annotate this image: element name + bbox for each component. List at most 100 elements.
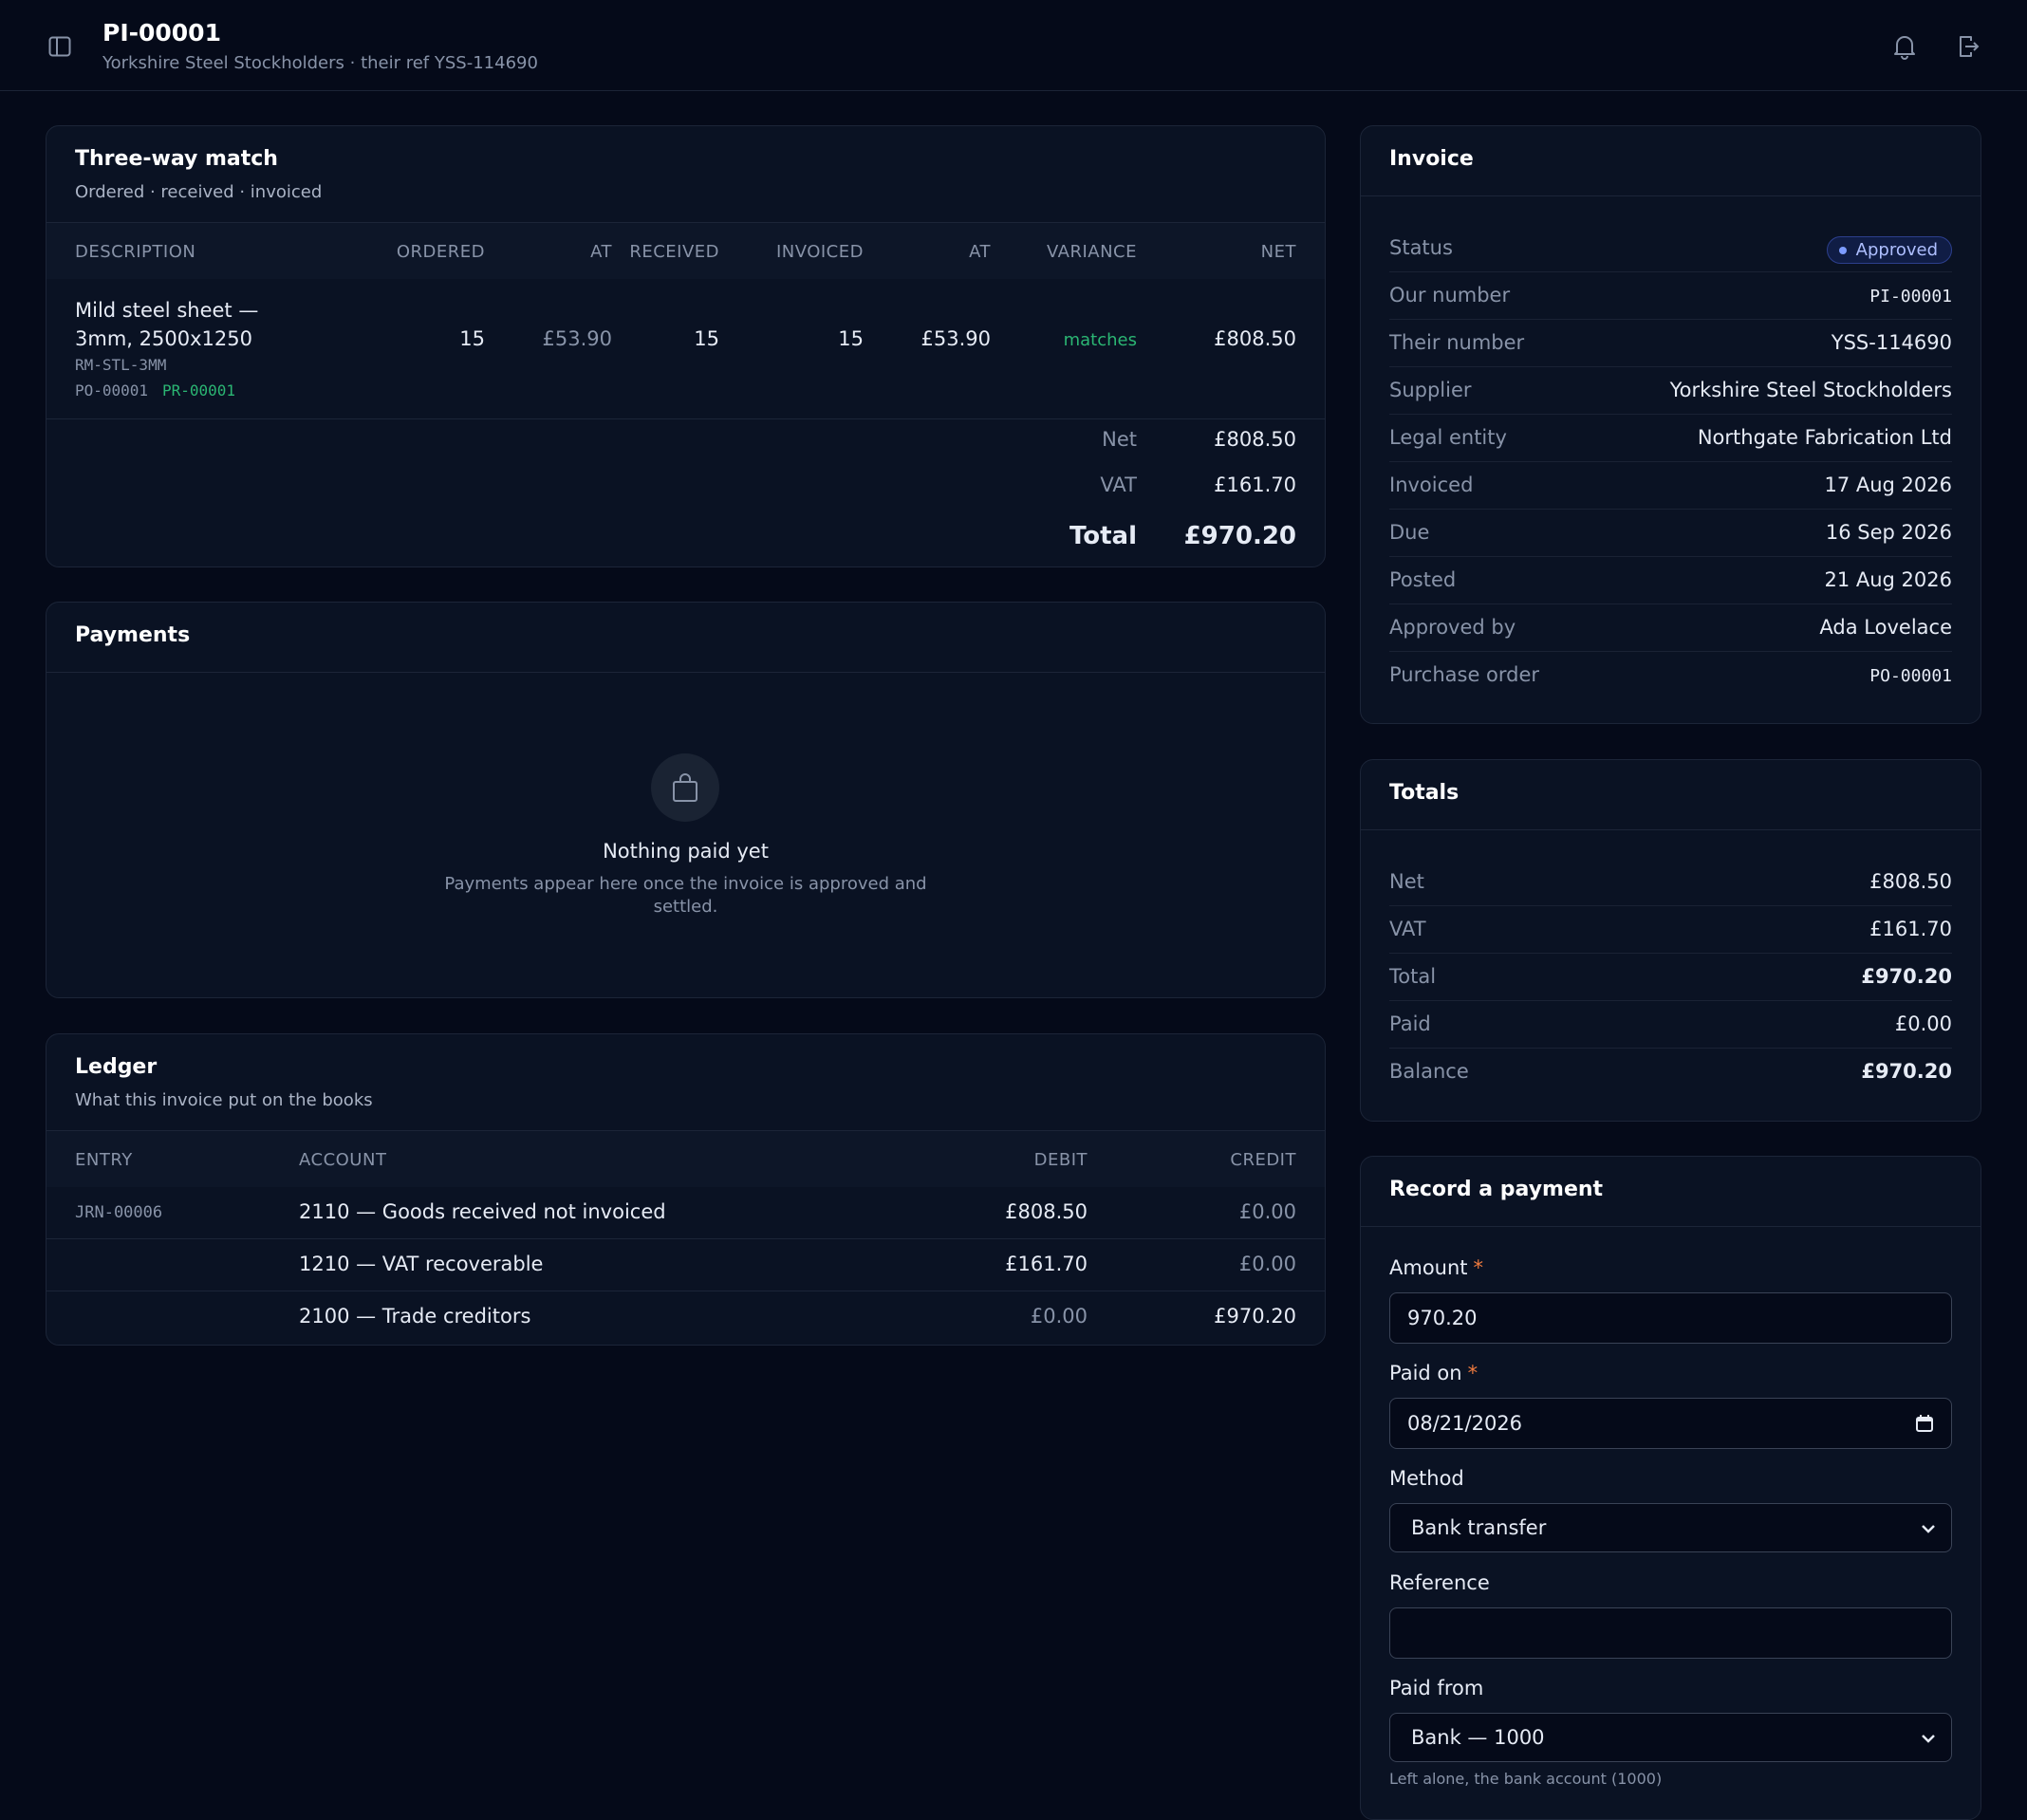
ledger-account: 2100 — Trade creditors (299, 1305, 531, 1328)
invoiced-label: Invoiced (1389, 474, 1474, 496)
ledger-account: 1210 — VAT recoverable (299, 1253, 544, 1275)
paid-from-label: Paid from (1389, 1677, 1484, 1699)
entry-link[interactable]: JRN-00006 (75, 1203, 162, 1222)
totals-net-label: Net (1389, 870, 1424, 893)
card-subtitle: What this invoice put on the books (75, 1090, 373, 1110)
our-number-label: Our number (1389, 284, 1511, 306)
supplier-link[interactable]: Yorkshire Steel Stockholders (1670, 379, 1952, 401)
totals-vat-label: VAT (1389, 918, 1426, 940)
our-number-value: PI-00001 (1869, 287, 1952, 306)
approved-by-row: Approved by Ada Lovelace (1389, 604, 1952, 652)
empty-state-text-line1: Payments appear here once the invoice is… (444, 874, 927, 894)
posted-row: Posted 21 Aug 2026 (1389, 557, 1952, 604)
legal-entity-row: Legal entity Northgate Fabrication Ltd (1389, 415, 1952, 462)
item-invoiced-at: £53.90 (921, 327, 991, 350)
col-account: ACCOUNT (299, 1150, 387, 1170)
due-row: Due 16 Sep 2026 (1389, 510, 1952, 557)
chevron-down-icon (1921, 1519, 1936, 1542)
col-description: DESCRIPTION (75, 242, 196, 262)
due-label: Due (1389, 521, 1430, 544)
totals-card: Totals Net £808.50 VAT £161.70 Total £97… (1360, 759, 1981, 1122)
ledger-credit: £970.20 (1214, 1305, 1296, 1328)
approved-by-label: Approved by (1389, 616, 1516, 639)
col-credit: CREDIT (1230, 1150, 1296, 1170)
totals-balance-label: Balance (1389, 1060, 1469, 1083)
purchase-order-row: Purchase order PO-00001 (1389, 652, 1952, 699)
totals-paid-row: Paid £0.00 (1389, 1001, 1952, 1049)
purchase-order-link[interactable]: PO-00001 (1869, 666, 1952, 686)
ledger-account: 2110 — Goods received not invoiced (299, 1200, 666, 1223)
approved-by-value: Ada Lovelace (1819, 616, 1952, 639)
totals-total-value: £970.20 (1861, 965, 1952, 988)
status-row: Status Approved (1389, 225, 1952, 272)
table-header: ENTRY ACCOUNT DEBIT CREDIT (46, 1130, 1325, 1187)
table-row: JRN-00006 2110 — Goods received not invo… (46, 1187, 1325, 1239)
amount-input[interactable]: 970.20 (1389, 1292, 1952, 1344)
page-subtitle: Yorkshire Steel Stockholders · their ref… (102, 53, 538, 73)
invoice-card: Invoice Status Approved Our number PI-00… (1360, 125, 1981, 724)
calendar-icon[interactable] (1915, 1414, 1934, 1438)
item-received: 15 (694, 327, 719, 350)
legal-entity-value: Northgate Fabrication Ltd (1697, 426, 1952, 449)
table-row: 2100 — Trade creditors £0.00 £970.20 (46, 1291, 1325, 1344)
ledger-credit: £0.00 (1238, 1200, 1296, 1223)
col-variance: VARIANCE (1046, 242, 1137, 262)
record-payment-card: Record a payment Amount * 970.20 Paid on *… (1360, 1156, 1981, 1820)
bell-icon[interactable] (1889, 31, 1920, 62)
chevron-down-icon (1921, 1729, 1936, 1752)
our-number-row: Our number PI-00001 (1389, 272, 1952, 320)
paid-on-label: Paid on * (1389, 1362, 1478, 1384)
totals-paid-label: Paid (1389, 1012, 1431, 1035)
ledger-card: Ledger What this invoice put on the book… (46, 1033, 1326, 1346)
totals-paid-value: £0.00 (1894, 1012, 1952, 1035)
paid-from-select[interactable]: Bank — 1000 (1389, 1713, 1952, 1762)
variance-status: matches (1063, 330, 1137, 350)
paid-on-date-input[interactable]: 08/21/2026 (1389, 1398, 1952, 1449)
method-label: Method (1389, 1467, 1464, 1490)
col-net: NET (1260, 242, 1296, 262)
card-title: Ledger (75, 1055, 158, 1079)
item-description-line2: 3mm, 2500x1250 (75, 327, 252, 350)
card-title: Invoice (1389, 147, 1474, 171)
due-value: 16 Sep 2026 (1825, 521, 1952, 544)
totals-total-row: Total £970.20 (1389, 954, 1952, 1001)
totals-balance-row: Balance £970.20 (1389, 1049, 1952, 1096)
their-number-row: Their number YSS-114690 (1389, 320, 1952, 367)
reference-input[interactable] (1389, 1607, 1952, 1659)
totals-vat-value: £161.70 (1869, 918, 1952, 940)
summary-vat: £161.70 (1214, 474, 1296, 496)
required-marker: * (1467, 1362, 1478, 1384)
their-number-label: Their number (1389, 331, 1525, 354)
method-select[interactable]: Bank transfer (1389, 1503, 1952, 1552)
table-row: Mild steel sheet — 3mm, 2500x1250 RM-STL… (46, 279, 1325, 419)
col-invoiced-at: AT (969, 242, 991, 262)
empty-state-text-line2: settled. (653, 897, 718, 917)
amount-label: Amount * (1389, 1256, 1484, 1279)
card-title: Payments (75, 623, 191, 647)
col-ordered: ORDERED (396, 242, 485, 262)
pr-link[interactable]: PR-00001 (162, 381, 235, 399)
item-net: £808.50 (1214, 327, 1296, 350)
ledger-debit: £808.50 (1005, 1200, 1088, 1223)
purchase-order-label: Purchase order (1389, 663, 1540, 686)
three-way-match-card: Three-way match Ordered · received · inv… (46, 125, 1326, 567)
posted-value: 21 Aug 2026 (1824, 568, 1952, 591)
card-title: Record a payment (1389, 1178, 1604, 1201)
col-entry: ENTRY (75, 1150, 133, 1170)
po-link[interactable]: PO-00001 (75, 381, 148, 399)
sign-out-icon[interactable] (1953, 31, 1983, 62)
col-invoiced: INVOICED (775, 242, 864, 262)
supplier-row: Supplier Yorkshire Steel Stockholders (1389, 367, 1952, 415)
payments-card: Payments Nothing paid yet Payments appea… (46, 602, 1326, 998)
ledger-debit: £0.00 (1030, 1305, 1088, 1328)
table-row: 1210 — VAT recoverable £161.70 £0.00 (46, 1239, 1325, 1291)
summary-net-label: Net (1102, 428, 1137, 451)
sidebar-toggle-icon[interactable] (46, 32, 74, 61)
status-label: Status (1389, 236, 1453, 259)
col-debit: DEBIT (1033, 1150, 1088, 1170)
totals-vat-row: VAT £161.70 (1389, 906, 1952, 954)
their-number-value: YSS-114690 (1831, 331, 1952, 354)
totals-net-row: Net £808.50 (1389, 859, 1952, 906)
summary-vat-label: VAT (1100, 474, 1137, 496)
col-received: RECEIVED (629, 242, 719, 262)
